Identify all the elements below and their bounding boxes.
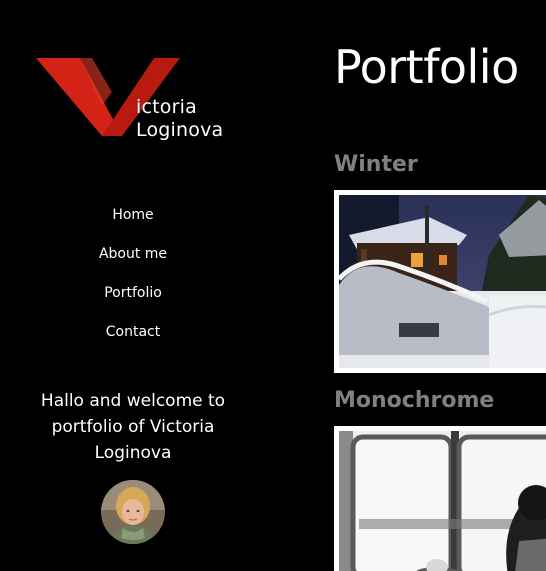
logo[interactable]: ictoria Loginova	[36, 56, 256, 156]
logo-name-last: Loginova	[136, 119, 224, 141]
winter-photo[interactable]	[334, 190, 546, 373]
nav-item-portfolio[interactable]: Portfolio	[0, 274, 266, 313]
logo-name-first: ictoria	[136, 96, 197, 118]
monochrome-photo-image	[339, 431, 546, 571]
avatar	[101, 480, 165, 544]
section-title-monochrome: Monochrome	[334, 388, 495, 413]
main-content: Portfolio Winter Monochrome	[266, 0, 546, 571]
section-title-winter: Winter	[334, 152, 418, 177]
nav-item-home[interactable]: Home	[0, 196, 266, 235]
nav-item-about[interactable]: About me	[0, 235, 266, 274]
welcome-text: Hallo and welcome to portfolio of Victor…	[40, 391, 226, 463]
avatar-portrait-image	[101, 480, 165, 544]
page-title: Portfolio	[334, 40, 519, 94]
nav-item-contact[interactable]: Contact	[0, 313, 266, 352]
winter-photo-image	[339, 195, 546, 368]
sidebar: ictoria Loginova Home About me Portfolio…	[0, 0, 266, 571]
monochrome-photo[interactable]	[334, 426, 546, 571]
main-nav: Home About me Portfolio Contact	[0, 196, 266, 352]
